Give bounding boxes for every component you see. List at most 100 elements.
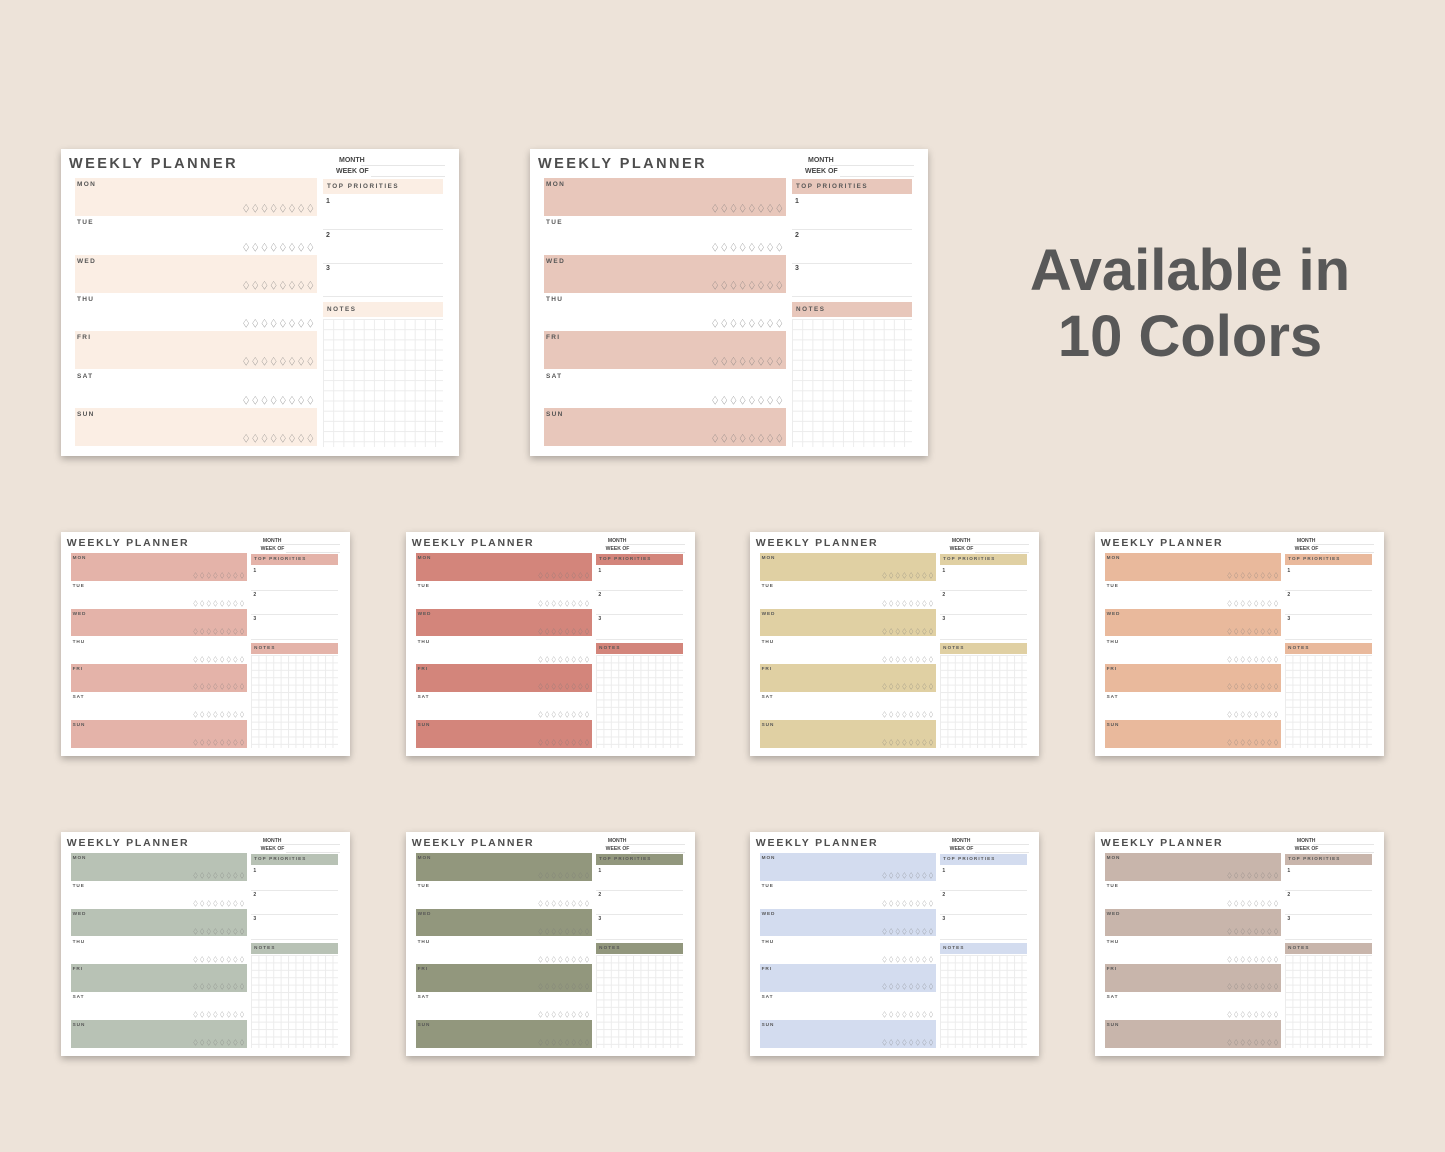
water-drop-icon[interactable]: ♢ (199, 926, 206, 936)
water-drop-icon[interactable]: ♢ (564, 598, 571, 608)
water-drop-icon[interactable]: ♢ (881, 898, 888, 908)
water-drop-icon[interactable]: ♢ (192, 654, 199, 664)
water-drop-icon[interactable]: ♢ (537, 682, 544, 692)
water-drop-icon[interactable]: ♢ (738, 433, 747, 446)
water-drop-icon[interactable]: ♢ (711, 280, 720, 293)
water-drop-icon[interactable]: ♢ (766, 357, 775, 370)
water-drop-icon[interactable]: ♢ (206, 598, 213, 608)
water-drop-icon[interactable]: ♢ (557, 870, 564, 880)
water-drop-icon[interactable]: ♢ (1233, 1037, 1240, 1047)
water-drop-icon[interactable]: ♢ (908, 682, 915, 692)
water-drop-icon[interactable]: ♢ (775, 242, 784, 255)
water-drop-icon[interactable]: ♢ (1259, 1037, 1266, 1047)
water-drop-icon[interactable]: ♢ (1266, 682, 1273, 692)
water-drop-icon[interactable]: ♢ (1226, 1037, 1233, 1047)
water-drop-icon[interactable]: ♢ (570, 626, 577, 636)
water-drop-icon[interactable]: ♢ (232, 626, 239, 636)
water-drop-icon[interactable]: ♢ (756, 318, 765, 331)
water-drop-icon[interactable]: ♢ (1226, 982, 1233, 992)
water-drop-icon[interactable]: ♢ (1259, 982, 1266, 992)
water-drop-icon[interactable]: ♢ (747, 357, 756, 370)
water-drop-icon[interactable]: ♢ (306, 433, 315, 446)
water-drop-icon[interactable]: ♢ (551, 926, 558, 936)
water-drop-icon[interactable]: ♢ (901, 954, 908, 964)
water-drop-icon[interactable]: ♢ (1246, 626, 1253, 636)
water-drop-icon[interactable]: ♢ (908, 982, 915, 992)
water-drop-icon[interactable]: ♢ (192, 982, 199, 992)
water-drop-icon[interactable]: ♢ (537, 926, 544, 936)
water-drop-icon[interactable]: ♢ (557, 598, 564, 608)
water-drop-icon[interactable]: ♢ (192, 598, 199, 608)
water-drop-icon[interactable]: ♢ (570, 1010, 577, 1020)
water-drop-icon[interactable]: ♢ (212, 682, 219, 692)
water-drop-icon[interactable]: ♢ (888, 870, 895, 880)
water-drop-icon[interactable]: ♢ (544, 898, 551, 908)
water-drop-icon[interactable]: ♢ (1233, 682, 1240, 692)
water-drop-icon[interactable]: ♢ (756, 242, 765, 255)
water-drop-icon[interactable]: ♢ (1246, 598, 1253, 608)
water-drop-icon[interactable]: ♢ (551, 570, 558, 580)
water-drop-icon[interactable]: ♢ (1226, 870, 1233, 880)
water-drop-icon[interactable]: ♢ (577, 710, 584, 720)
water-drop-icon[interactable]: ♢ (577, 870, 584, 880)
water-drop-icon[interactable]: ♢ (928, 926, 935, 936)
water-drop-icon[interactable]: ♢ (901, 737, 908, 747)
water-drop-icon[interactable]: ♢ (551, 710, 558, 720)
water-drop-icon[interactable]: ♢ (921, 598, 928, 608)
water-drop-icon[interactable]: ♢ (219, 898, 226, 908)
water-drop-icon[interactable]: ♢ (921, 654, 928, 664)
water-drop-icon[interactable]: ♢ (1246, 682, 1253, 692)
water-drop-icon[interactable]: ♢ (914, 898, 921, 908)
water-drop-icon[interactable]: ♢ (928, 1010, 935, 1020)
water-drop-icon[interactable]: ♢ (881, 654, 888, 664)
water-drop-icon[interactable]: ♢ (1266, 982, 1273, 992)
water-drop-icon[interactable]: ♢ (287, 318, 296, 331)
water-drop-icon[interactable]: ♢ (577, 598, 584, 608)
water-drop-icon[interactable]: ♢ (212, 898, 219, 908)
water-drop-icon[interactable]: ♢ (297, 242, 306, 255)
water-drop-icon[interactable]: ♢ (1240, 1037, 1247, 1047)
water-drop-icon[interactable]: ♢ (242, 318, 251, 331)
water-drop-icon[interactable]: ♢ (544, 626, 551, 636)
water-drop-icon[interactable]: ♢ (306, 357, 315, 370)
water-drop-icon[interactable]: ♢ (544, 1010, 551, 1020)
water-drop-icon[interactable]: ♢ (921, 870, 928, 880)
water-drop-icon[interactable]: ♢ (225, 926, 232, 936)
water-drop-icon[interactable]: ♢ (225, 710, 232, 720)
water-drop-icon[interactable]: ♢ (914, 954, 921, 964)
water-drop-icon[interactable]: ♢ (212, 598, 219, 608)
water-drop-icon[interactable]: ♢ (1266, 710, 1273, 720)
water-drop-icon[interactable]: ♢ (895, 954, 902, 964)
water-drop-icon[interactable]: ♢ (242, 280, 251, 293)
water-drop-icon[interactable]: ♢ (206, 570, 213, 580)
water-drop-icon[interactable]: ♢ (206, 737, 213, 747)
water-drop-icon[interactable]: ♢ (1240, 926, 1247, 936)
water-drop-icon[interactable]: ♢ (921, 982, 928, 992)
water-drop-icon[interactable]: ♢ (1240, 654, 1247, 664)
water-drop-icon[interactable]: ♢ (921, 626, 928, 636)
water-drop-icon[interactable]: ♢ (239, 954, 246, 964)
water-drop-icon[interactable]: ♢ (895, 626, 902, 636)
water-drop-icon[interactable]: ♢ (928, 682, 935, 692)
water-drop-icon[interactable]: ♢ (766, 242, 775, 255)
water-drop-icon[interactable]: ♢ (901, 570, 908, 580)
water-drop-icon[interactable]: ♢ (551, 870, 558, 880)
water-drop-icon[interactable]: ♢ (287, 357, 296, 370)
water-drop-icon[interactable]: ♢ (570, 870, 577, 880)
water-drop-icon[interactable]: ♢ (260, 242, 269, 255)
water-drop-icon[interactable]: ♢ (901, 898, 908, 908)
water-drop-icon[interactable]: ♢ (199, 654, 206, 664)
water-drop-icon[interactable]: ♢ (297, 433, 306, 446)
water-drop-icon[interactable]: ♢ (212, 710, 219, 720)
water-drop-icon[interactable]: ♢ (729, 395, 738, 408)
water-drop-icon[interactable]: ♢ (557, 570, 564, 580)
water-drop-icon[interactable]: ♢ (232, 1010, 239, 1020)
water-drop-icon[interactable]: ♢ (914, 982, 921, 992)
water-drop-icon[interactable]: ♢ (1259, 654, 1266, 664)
water-drop-icon[interactable]: ♢ (199, 1037, 206, 1047)
water-drop-icon[interactable]: ♢ (544, 954, 551, 964)
water-drop-icon[interactable]: ♢ (908, 1037, 915, 1047)
water-drop-icon[interactable]: ♢ (921, 926, 928, 936)
water-drop-icon[interactable]: ♢ (1226, 1010, 1233, 1020)
water-drop-icon[interactable]: ♢ (232, 682, 239, 692)
